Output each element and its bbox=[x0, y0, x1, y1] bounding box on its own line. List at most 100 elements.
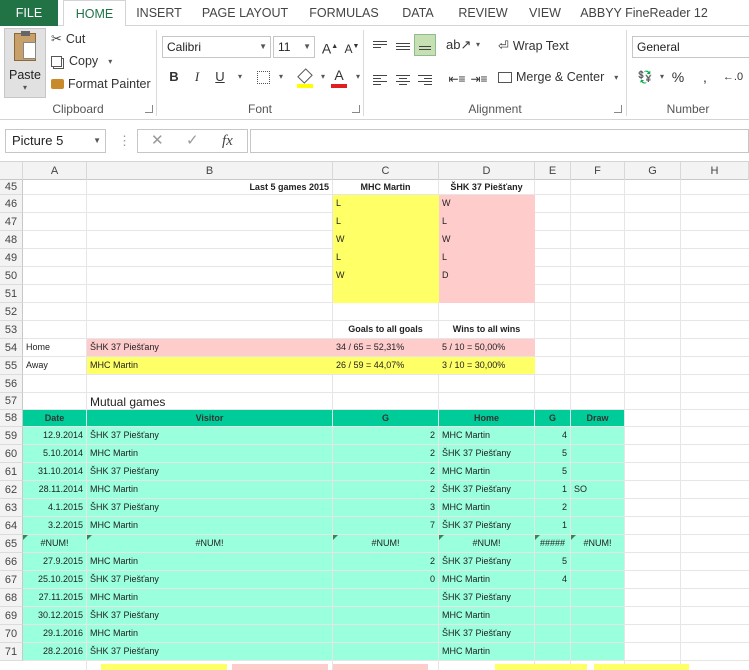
mutual-cell[interactable]: 0 bbox=[333, 571, 438, 588]
row-header[interactable]: 48 bbox=[0, 231, 23, 249]
mutual-cell[interactable]: ŠHK 37 Piešťany bbox=[439, 481, 534, 498]
mutual-cell[interactable]: 2 bbox=[333, 445, 438, 462]
row-header[interactable]: 51 bbox=[0, 285, 23, 303]
row-header[interactable]: 49 bbox=[0, 249, 23, 267]
last5-result-team2[interactable]: L bbox=[439, 213, 535, 231]
mutual-cell[interactable]: 29.1.2016 bbox=[23, 625, 86, 642]
mutual-cell[interactable]: ŠHK 37 Piešťany bbox=[439, 553, 534, 570]
wrap-text-button[interactable]: ⏎ Wrap Text bbox=[498, 38, 569, 54]
mutual-cell[interactable]: MHC Martin bbox=[439, 571, 534, 588]
mutual-cell[interactable]: 2 bbox=[535, 499, 570, 516]
decrease-font-size-icon[interactable]: A▼ bbox=[341, 36, 363, 58]
mutual-cell[interactable]: ŠHK 37 Piešťany bbox=[439, 445, 534, 462]
tab-page-layout[interactable]: PAGE LAYOUT bbox=[197, 0, 293, 26]
mutual-cell[interactable]: #NUM! bbox=[333, 535, 438, 552]
top-align-icon[interactable] bbox=[369, 34, 391, 56]
mutual-cell[interactable]: 5 bbox=[535, 553, 570, 570]
bottom-align-icon[interactable] bbox=[414, 34, 436, 56]
merge-center-dropdown-icon[interactable]: ▾ bbox=[614, 73, 618, 82]
last5-result-team1[interactable]: W bbox=[333, 267, 439, 285]
mutual-cell[interactable] bbox=[535, 589, 570, 606]
mutual-cell[interactable]: 28.2.2016 bbox=[23, 643, 86, 660]
column-header[interactable]: A bbox=[23, 162, 87, 180]
select-all-corner[interactable] bbox=[0, 162, 23, 180]
mutual-cell[interactable]: SO bbox=[571, 481, 624, 498]
column-header[interactable]: C bbox=[333, 162, 439, 180]
last5-result-team2[interactable]: D bbox=[439, 267, 535, 285]
font-name-select[interactable]: Calibri ▼ bbox=[162, 36, 271, 58]
home-team[interactable]: ŠHK 37 Piešťany bbox=[87, 339, 333, 356]
row-header[interactable]: 71 bbox=[0, 643, 23, 661]
mutual-cell[interactable] bbox=[535, 643, 570, 660]
mutual-cell[interactable] bbox=[333, 607, 438, 624]
column-header[interactable]: H bbox=[681, 162, 749, 180]
last5-result-team2[interactable]: W bbox=[439, 195, 535, 213]
font-size-select[interactable]: 11 ▼ bbox=[273, 36, 315, 58]
tab-home[interactable]: HOME bbox=[63, 0, 126, 27]
wins-header[interactable]: Wins to all wins bbox=[439, 321, 534, 338]
mutual-cell[interactable]: #NUM! bbox=[87, 535, 332, 552]
mutual-cell[interactable]: MHC Martin bbox=[439, 499, 534, 516]
mutual-cell[interactable] bbox=[571, 589, 624, 606]
mutual-cell[interactable] bbox=[571, 607, 624, 624]
percent-style-button[interactable]: % bbox=[667, 66, 689, 88]
merge-center-button[interactable]: Merge & Center ▾ bbox=[498, 70, 618, 84]
row-header[interactable]: 59 bbox=[0, 427, 23, 445]
mutual-cell[interactable]: MHC Martin bbox=[87, 625, 332, 642]
last5-result-team1[interactable]: L bbox=[333, 249, 439, 267]
goals-header[interactable]: Goals to all goals bbox=[333, 321, 438, 338]
format-painter-button[interactable]: Format Painter bbox=[51, 77, 151, 91]
mutual-cell[interactable]: MHC Martin bbox=[87, 481, 332, 498]
mutual-cell[interactable]: ŠHK 37 Piešťany bbox=[87, 571, 332, 588]
mutual-cell[interactable]: MHC Martin bbox=[439, 427, 534, 444]
tab-review[interactable]: REVIEW bbox=[454, 0, 512, 26]
copy-dropdown-icon[interactable]: ▾ bbox=[108, 57, 112, 66]
italic-button[interactable]: I bbox=[186, 66, 208, 88]
row-header[interactable]: 53 bbox=[0, 321, 23, 339]
row-header[interactable]: 55 bbox=[0, 357, 23, 375]
mutual-cell[interactable] bbox=[333, 589, 438, 606]
row-header[interactable]: 67 bbox=[0, 571, 23, 589]
row-header[interactable]: 46 bbox=[0, 195, 23, 213]
mutual-cell[interactable]: MHC Martin bbox=[439, 607, 534, 624]
last5-filler[interactable] bbox=[439, 285, 535, 303]
mutual-header[interactable]: G bbox=[535, 410, 570, 426]
mutual-cell[interactable] bbox=[571, 427, 624, 444]
tab-data[interactable]: DATA bbox=[395, 0, 441, 26]
tab-formulas[interactable]: FORMULAS bbox=[305, 0, 383, 26]
mutual-cell[interactable]: MHC Martin bbox=[87, 589, 332, 606]
mutual-cell[interactable] bbox=[571, 571, 624, 588]
cancel-icon[interactable]: ✕ bbox=[151, 130, 164, 152]
mutual-cell[interactable]: 25.10.2015 bbox=[23, 571, 86, 588]
row-header[interactable]: 65 bbox=[0, 535, 23, 553]
row-header[interactable]: 47 bbox=[0, 213, 23, 231]
mutual-cell[interactable]: ŠHK 37 Piešťany bbox=[439, 517, 534, 534]
mutual-cell[interactable] bbox=[535, 607, 570, 624]
mutual-cell[interactable]: ŠHK 37 Piešťany bbox=[439, 625, 534, 642]
mutual-cell[interactable]: 3 bbox=[333, 499, 438, 516]
mutual-cell[interactable]: 2 bbox=[333, 553, 438, 570]
mutual-cell[interactable]: ŠHK 37 Piešťany bbox=[87, 607, 332, 624]
home-wins[interactable]: 5 / 10 = 50,00% bbox=[439, 339, 535, 356]
alignment-launcher-icon[interactable] bbox=[614, 105, 622, 113]
tab-view[interactable]: VIEW bbox=[523, 0, 567, 26]
cut-button[interactable]: ✂ Cut bbox=[51, 31, 85, 47]
row-header[interactable]: 56 bbox=[0, 375, 23, 393]
column-header[interactable]: D bbox=[439, 162, 535, 180]
mutual-cell[interactable]: #NUM! bbox=[439, 535, 534, 552]
mutual-cell[interactable] bbox=[571, 463, 624, 480]
mutual-cell[interactable]: 4.1.2015 bbox=[23, 499, 86, 516]
mutual-cell[interactable]: ŠHK 37 Piešťany bbox=[87, 463, 332, 480]
column-header[interactable]: B bbox=[87, 162, 333, 180]
worksheet-grid[interactable]: ABCDEFGH 45 46 47 48 49 50 51 52 53 54 55 56 57 58 59 6… bbox=[0, 162, 749, 670]
mutual-header[interactable]: G bbox=[333, 410, 438, 426]
home-goals[interactable]: 34 / 65 = 52,31% bbox=[333, 339, 439, 356]
align-center-icon[interactable] bbox=[392, 68, 414, 90]
mutual-cell[interactable]: 12.9.2014 bbox=[23, 427, 86, 444]
row-header[interactable]: 64 bbox=[0, 517, 23, 535]
borders-dropdown-icon[interactable]: ▾ bbox=[270, 66, 292, 88]
mutual-cell[interactable]: 2 bbox=[333, 427, 438, 444]
home-label[interactable]: Home bbox=[23, 339, 86, 356]
row-header[interactable]: 50 bbox=[0, 267, 23, 285]
mutual-header[interactable]: Date bbox=[23, 410, 86, 426]
